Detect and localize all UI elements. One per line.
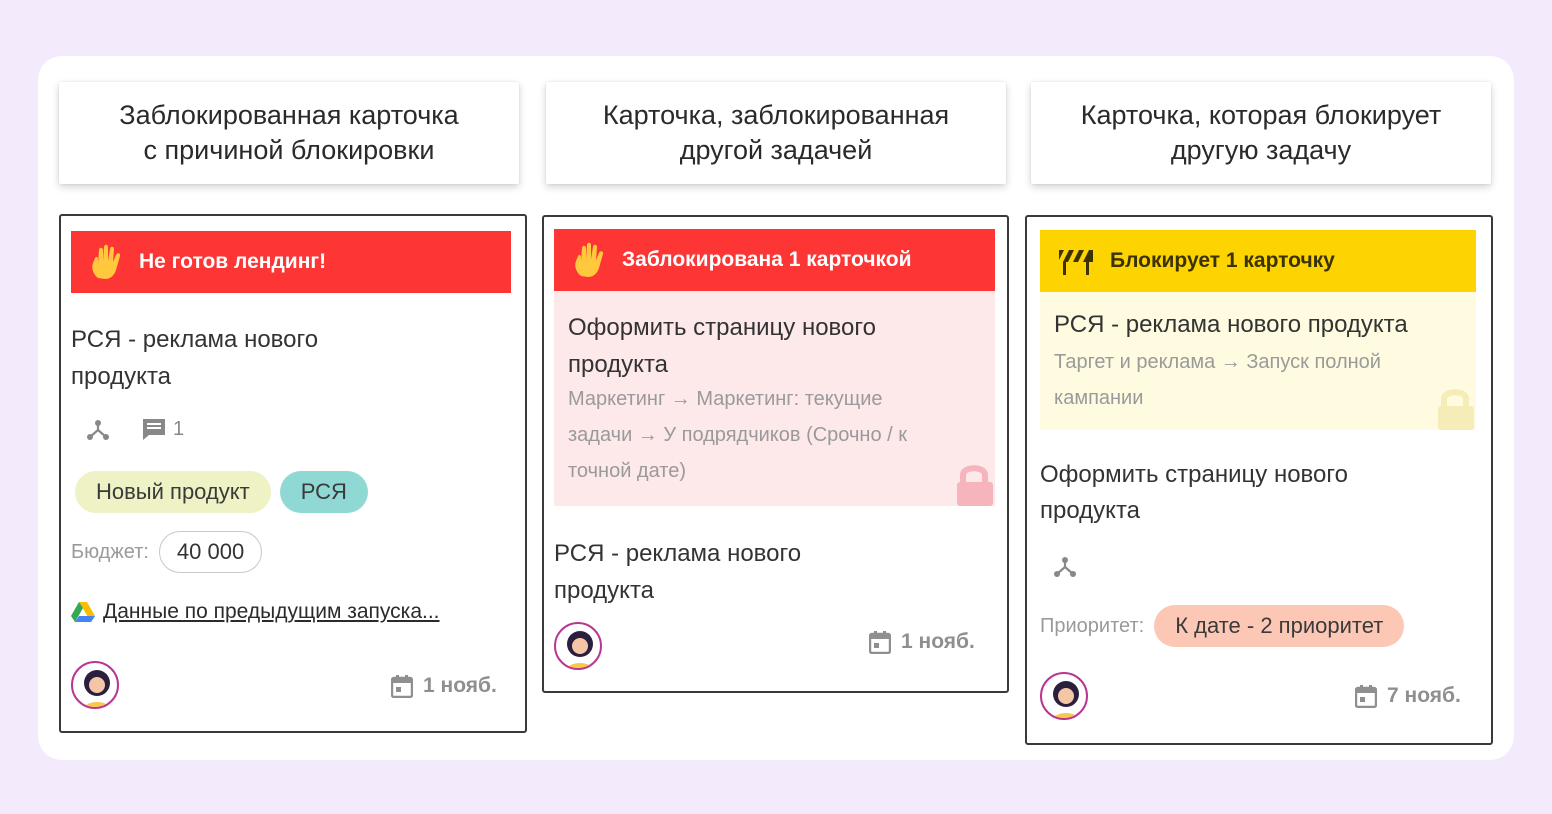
- calendar-icon: [869, 631, 891, 654]
- calendar-icon: [1355, 685, 1377, 708]
- priority-value[interactable]: К дате - 2 приоритет: [1154, 605, 1405, 647]
- attachment-link[interactable]: Данные по предыдущим запуска...: [71, 600, 440, 624]
- subtask-icon[interactable]: [85, 416, 111, 442]
- barrier-icon: [1059, 250, 1093, 275]
- gdrive-icon: [71, 602, 95, 622]
- blocks-banner[interactable]: Блокирует 1 карточку: [1040, 230, 1476, 292]
- header-line: другую задачу: [1170, 135, 1352, 165]
- title-line: Оформить страницу нового: [1040, 461, 1348, 488]
- path-line: кампании: [1054, 387, 1144, 409]
- comments-count: 1: [173, 417, 185, 440]
- block-reason-banner[interactable]: Не готов лендинг!: [71, 231, 511, 293]
- priority-field: Приоритет: К дате - 2 приоритет: [1040, 605, 1405, 647]
- date-label: 1 нояб.: [423, 674, 497, 697]
- path-line: точной дате): [568, 460, 687, 482]
- card-title[interactable]: РСЯ - реклама нового продукта: [71, 321, 501, 395]
- avatar-image: [1053, 681, 1079, 718]
- avatar-image: [84, 670, 110, 707]
- link-label: Данные по предыдущим запуска...: [103, 600, 440, 623]
- blocking-task-path: Маркетинг → Маркетинг: текущие задачи → …: [568, 381, 907, 489]
- card-title[interactable]: РСЯ - реклама нового продукта: [554, 535, 984, 609]
- calendar-icon: [391, 675, 413, 698]
- hand-icon: [92, 244, 121, 279]
- column-header-blocked-with-reason: Заблокированная карточка с причиной блоки…: [59, 82, 519, 184]
- title-line: продукта: [554, 577, 655, 604]
- blocked-task-title: РСЯ - реклама нового продукта: [1054, 311, 1408, 338]
- path-line: Маркетинг → Маркетинг: текущие: [568, 388, 883, 410]
- title-line: РСЯ - реклама нового: [554, 540, 802, 567]
- header-line: Карточка, заблокированная: [602, 100, 950, 130]
- path-line: Таргет и реклама → Запуск полной: [1054, 351, 1381, 373]
- avatar-image: [567, 631, 593, 668]
- date-label: 7 нояб.: [1387, 684, 1461, 707]
- field-label: Бюджет:: [71, 540, 149, 563]
- title-line: продукта: [71, 363, 172, 390]
- card-meta: 1: [85, 416, 184, 442]
- comment-icon: [143, 419, 165, 440]
- tag-list: Новый продукт РСЯ: [75, 471, 368, 513]
- banner-label: Заблокирована 1 карточкой: [622, 248, 912, 271]
- avatar[interactable]: [1040, 672, 1088, 720]
- comments-counter[interactable]: 1: [141, 417, 184, 441]
- banner-label: Не готов лендинг!: [139, 250, 327, 273]
- task-card[interactable]: Заблокирована 1 карточкой Оформить стран…: [542, 215, 1009, 693]
- title-line: РСЯ - реклама нового: [71, 326, 319, 353]
- lock-icon: [1438, 389, 1474, 430]
- header-line: Карточка, которая блокирует: [1080, 100, 1442, 130]
- blocked-task-preview[interactable]: РСЯ - реклама нового продукта Таргет и р…: [1040, 292, 1476, 430]
- budget-field: Бюджет: 40 000: [71, 531, 263, 573]
- task-card[interactable]: Не готов лендинг! РСЯ - реклама нового п…: [59, 214, 527, 733]
- column-header-blocked-by-task: Карточка, заблокированная другой задачей: [546, 82, 1006, 184]
- due-date[interactable]: 7 нояб.: [1355, 684, 1461, 708]
- title-line: продукта: [568, 351, 669, 378]
- blocked-task-path: Таргет и реклама → Запуск полной кампани…: [1054, 344, 1381, 416]
- header-line: Заблокированная карточка: [119, 100, 459, 130]
- tag-new-product[interactable]: Новый продукт: [75, 471, 271, 513]
- banner-label: Блокирует 1 карточку: [1110, 249, 1335, 272]
- tag-rsya[interactable]: РСЯ: [279, 471, 368, 513]
- subtask-icon[interactable]: [1052, 553, 1078, 579]
- avatar[interactable]: [554, 622, 602, 670]
- title-line: Оформить страницу нового: [568, 314, 876, 341]
- due-date[interactable]: 1 нояб.: [391, 674, 497, 698]
- blocking-task-title: Оформить страницу нового продукта: [568, 309, 876, 383]
- task-card[interactable]: Блокирует 1 карточку РСЯ - реклама новог…: [1025, 215, 1493, 745]
- title-line: продукта: [1040, 497, 1141, 524]
- budget-value[interactable]: 40 000: [158, 531, 263, 573]
- date-label: 1 нояб.: [901, 630, 975, 653]
- path-line: задачи → У подрядчиков (Срочно / к: [568, 424, 907, 446]
- column-header-blocking-card: Карточка, которая блокирует другую задачу: [1031, 82, 1491, 184]
- hand-icon: [575, 242, 604, 277]
- field-label: Приоритет:: [1040, 614, 1145, 637]
- blocking-task-preview[interactable]: Оформить страницу нового продукта Маркет…: [554, 291, 995, 506]
- blocked-by-banner[interactable]: Заблокирована 1 карточкой: [554, 229, 995, 291]
- avatar[interactable]: [71, 661, 119, 709]
- lock-icon: [957, 465, 993, 506]
- card-meta: [1052, 553, 1078, 579]
- header-line: с причиной блокировки: [143, 135, 435, 165]
- card-title[interactable]: Оформить страницу нового продукта: [1040, 457, 1470, 529]
- due-date[interactable]: 1 нояб.: [869, 630, 975, 654]
- header-line: другой задачей: [679, 135, 873, 165]
